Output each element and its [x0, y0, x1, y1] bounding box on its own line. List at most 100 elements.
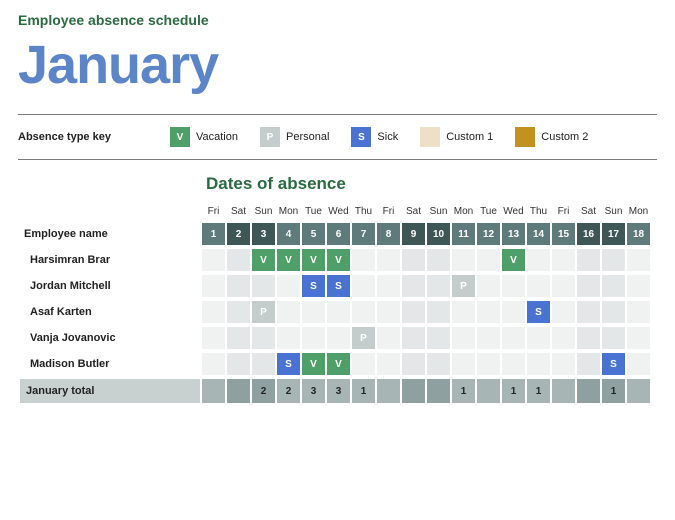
employee-name: Madison Butler — [20, 353, 200, 375]
dow-header: Tue — [302, 206, 325, 219]
total-cell: 1 — [602, 379, 625, 403]
date-header: 1 — [202, 223, 225, 245]
dow-header: Sat — [577, 206, 600, 219]
absence-cell: V — [327, 249, 350, 271]
absence-cell — [502, 301, 525, 323]
absence-cell: S — [602, 353, 625, 375]
absence-cell — [552, 249, 575, 271]
absence-cell — [377, 275, 400, 297]
absence-cell — [627, 275, 650, 297]
dow-header: Thu — [352, 206, 375, 219]
absence-cell — [527, 327, 550, 349]
absence-cell — [277, 275, 300, 297]
absence-cell: V — [252, 249, 275, 271]
absence-cell — [327, 327, 350, 349]
total-cell: 1 — [527, 379, 550, 403]
legend-label: Absence type key — [18, 131, 158, 143]
absence-cell — [402, 353, 425, 375]
absence-cell: S — [277, 353, 300, 375]
date-header: 13 — [502, 223, 525, 245]
dow-header: Fri — [552, 206, 575, 219]
legend-item-p: PPersonal — [260, 127, 329, 147]
absence-cell — [202, 275, 225, 297]
absence-cell — [602, 275, 625, 297]
legend-swatch-c2 — [515, 127, 535, 147]
absence-cell — [452, 327, 475, 349]
absence-cell — [202, 301, 225, 323]
absence-cell — [327, 301, 350, 323]
absence-cell: P — [252, 301, 275, 323]
total-cell — [627, 379, 650, 403]
absence-cell — [552, 327, 575, 349]
legend-text: Sick — [377, 131, 398, 143]
legend-text: Personal — [286, 131, 329, 143]
date-header: 15 — [552, 223, 575, 245]
absence-cell — [402, 249, 425, 271]
dow-header: Mon — [277, 206, 300, 219]
date-header: 14 — [527, 223, 550, 245]
absence-cell — [602, 249, 625, 271]
absence-cell — [477, 301, 500, 323]
absence-cell — [602, 327, 625, 349]
dow-header: Sun — [602, 206, 625, 219]
legend-text: Vacation — [196, 131, 238, 143]
absence-cell: V — [502, 249, 525, 271]
absence-cell — [402, 327, 425, 349]
date-header: 6 — [327, 223, 350, 245]
section-title: Dates of absence — [206, 174, 657, 194]
total-cell: 3 — [327, 379, 350, 403]
total-cell — [377, 379, 400, 403]
total-cell: 1 — [452, 379, 475, 403]
absence-cell — [452, 353, 475, 375]
total-cell — [202, 379, 225, 403]
page-subtitle: Employee absence schedule — [18, 12, 657, 28]
date-header: 3 — [252, 223, 275, 245]
date-header: 5 — [302, 223, 325, 245]
absence-cell — [577, 327, 600, 349]
absence-cell — [377, 249, 400, 271]
dow-header: Sat — [402, 206, 425, 219]
date-header: 9 — [402, 223, 425, 245]
legend-item-v: VVacation — [170, 127, 238, 147]
absence-cell — [402, 301, 425, 323]
total-cell: 2 — [277, 379, 300, 403]
date-header: 12 — [477, 223, 500, 245]
absence-cell — [577, 353, 600, 375]
absence-cell — [252, 327, 275, 349]
absence-cell — [477, 327, 500, 349]
absence-cell — [427, 249, 450, 271]
absence-cell: P — [452, 275, 475, 297]
absence-cell — [527, 275, 550, 297]
total-cell: 3 — [302, 379, 325, 403]
absence-cell — [352, 353, 375, 375]
absence-cell — [627, 353, 650, 375]
absence-cell — [452, 301, 475, 323]
dow-header: Sat — [227, 206, 250, 219]
absence-cell: V — [327, 353, 350, 375]
absence-cell — [527, 249, 550, 271]
employee-name-header: Employee name — [20, 223, 200, 245]
absence-cell — [427, 275, 450, 297]
absence-cell — [277, 301, 300, 323]
legend: Absence type key VVacation PPersonal SSick… — [18, 115, 657, 159]
absence-cell: S — [327, 275, 350, 297]
absence-cell — [502, 327, 525, 349]
absence-cell — [577, 249, 600, 271]
absence-cell: S — [527, 301, 550, 323]
dow-header: Wed — [502, 206, 525, 219]
absence-cell — [377, 327, 400, 349]
absence-cell — [477, 353, 500, 375]
dow-header: Sun — [427, 206, 450, 219]
legend-item-s: SSick — [351, 127, 398, 147]
absence-cell — [202, 327, 225, 349]
total-cell — [477, 379, 500, 403]
absence-cell — [527, 353, 550, 375]
date-header: 2 — [227, 223, 250, 245]
absence-cell — [352, 275, 375, 297]
legend-swatch-c1 — [420, 127, 440, 147]
absence-cell — [427, 301, 450, 323]
absence-cell — [502, 353, 525, 375]
legend-text: Custom 2 — [541, 131, 588, 143]
legend-item-c1: Custom 1 — [420, 127, 493, 147]
total-cell: 2 — [252, 379, 275, 403]
